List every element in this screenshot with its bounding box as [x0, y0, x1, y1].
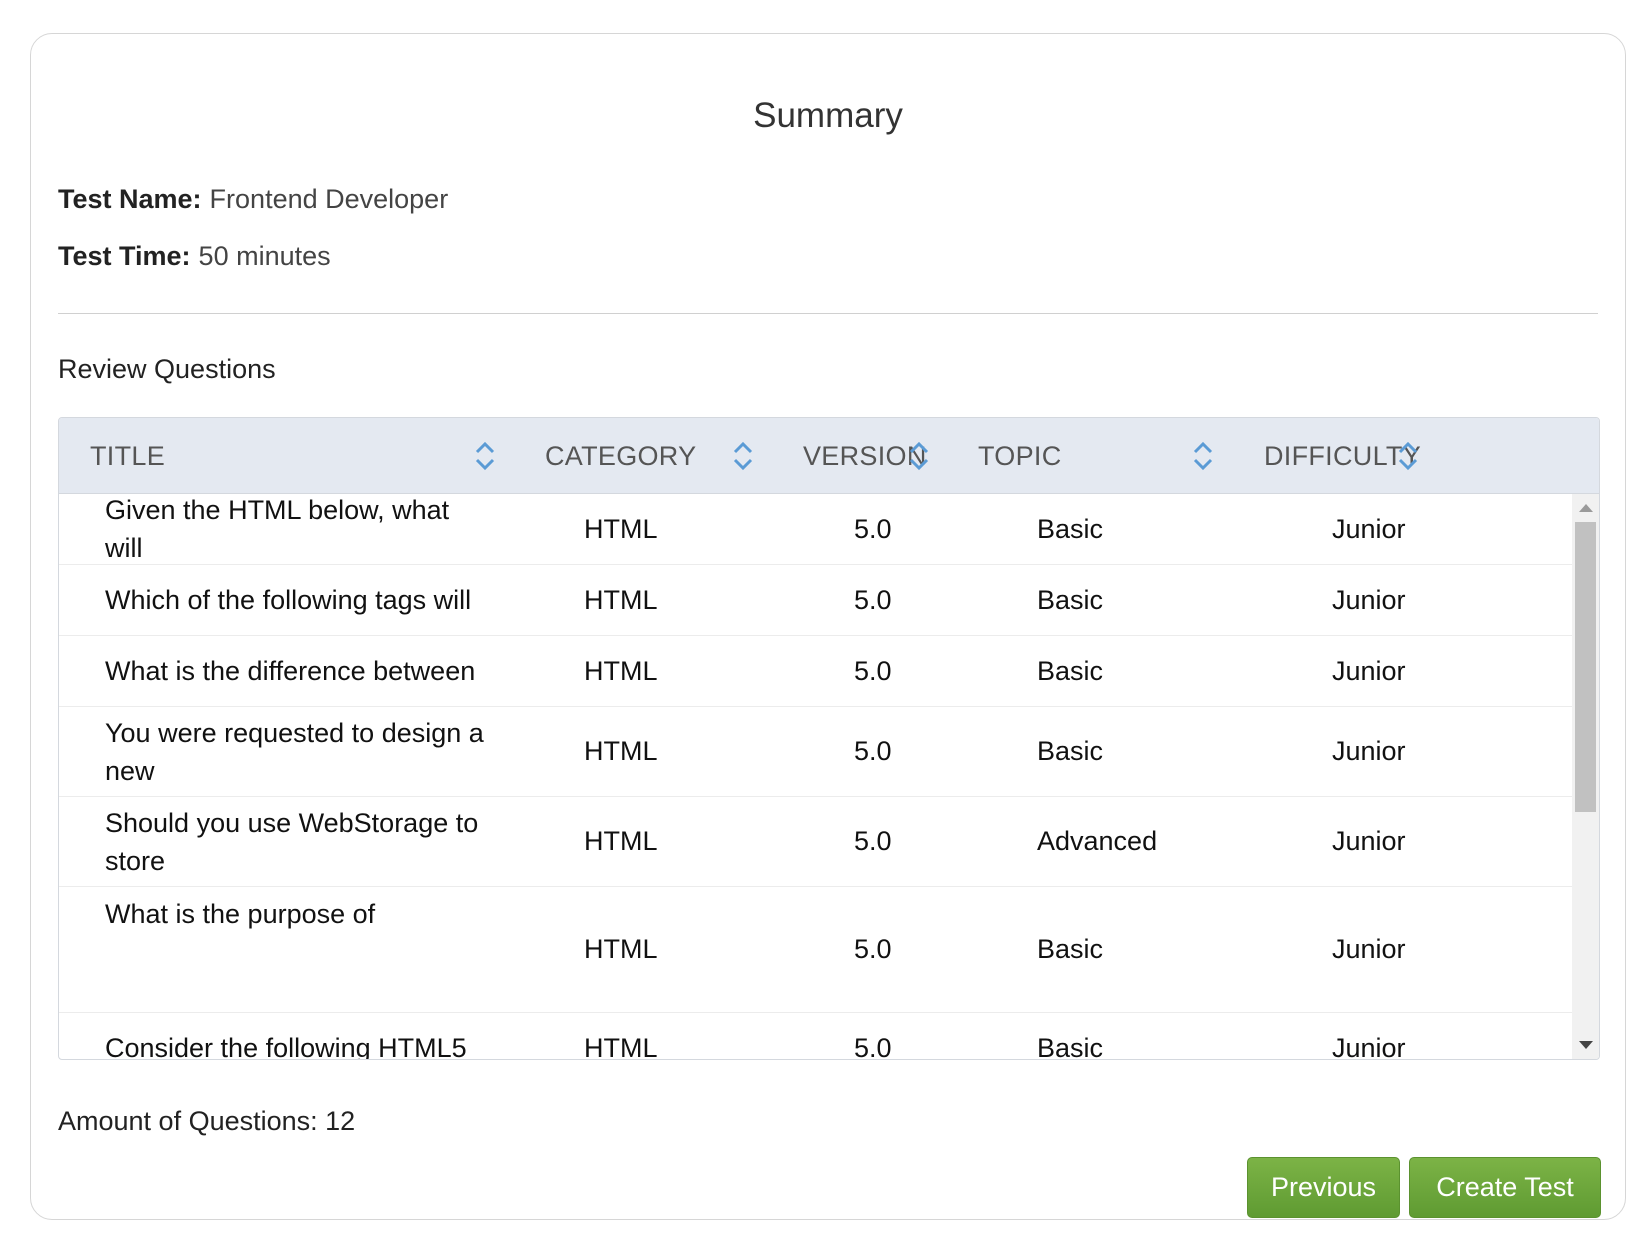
cell-topic: Basic — [1037, 736, 1104, 766]
cell-category: HTML — [584, 826, 658, 856]
questions-table: TITLE CATEGORY VERSION TOPIC DIFFICULTY — [58, 417, 1600, 1060]
cell-title: Given the HTML below, what will — [105, 495, 450, 563]
column-header-title[interactable]: TITLE — [90, 418, 165, 494]
scroll-down-arrow-icon[interactable] — [1579, 1041, 1593, 1049]
cell-category: HTML — [584, 584, 658, 615]
page-title: Summary — [753, 96, 903, 135]
create-test-button[interactable]: Create Test — [1409, 1157, 1601, 1218]
cell-title: You were requested to design a new — [105, 717, 484, 786]
column-header-category[interactable]: CATEGORY — [545, 418, 696, 494]
scroll-thumb[interactable] — [1575, 522, 1596, 812]
column-header-topic[interactable]: TOPIC — [978, 418, 1062, 494]
review-questions-label: Review Questions — [58, 354, 276, 384]
table-row[interactable]: Should you use WebStorage to store HTML … — [59, 797, 1574, 887]
cell-difficulty: Junior — [1332, 736, 1406, 766]
cell-difficulty: Junior — [1332, 1032, 1406, 1060]
test-time: Test Time: 50 minutes — [58, 241, 331, 272]
divider — [58, 313, 1598, 314]
cell-version: 5.0 — [854, 736, 892, 766]
table-row[interactable]: Which of the following tags will HTML 5.… — [59, 565, 1574, 636]
cell-topic: Basic — [1037, 513, 1104, 544]
test-time-label: Test Time: — [58, 241, 191, 271]
cell-title: What is the purpose of — [105, 899, 376, 929]
cell-version: 5.0 — [854, 1032, 892, 1060]
cell-category: HTML — [584, 934, 658, 964]
sort-icon[interactable] — [1192, 440, 1214, 472]
cell-topic: Basic — [1037, 1032, 1104, 1060]
cell-category: HTML — [584, 1032, 658, 1060]
cell-title: Consider the following HTML5 — [105, 1033, 467, 1059]
table-row[interactable]: Given the HTML below, what will HTML 5.0… — [59, 494, 1574, 565]
table-scrollbar[interactable] — [1572, 494, 1599, 1059]
sort-icon[interactable] — [1397, 440, 1419, 472]
cell-version: 5.0 — [854, 934, 892, 964]
table-body[interactable]: Given the HTML below, what will HTML 5.0… — [59, 494, 1599, 1059]
scroll-up-arrow-icon[interactable] — [1579, 504, 1593, 512]
table-row[interactable]: What is the difference between HTML 5.0 … — [59, 636, 1574, 707]
summary-card: Summary Test Name: Frontend Developer Tes… — [30, 33, 1626, 1220]
cell-title: Should you use WebStorage to store — [105, 807, 479, 876]
cell-category: HTML — [584, 655, 658, 686]
cell-topic: Advanced — [1037, 826, 1158, 856]
test-name-value: Frontend Developer — [209, 184, 449, 214]
cell-topic: Basic — [1037, 655, 1104, 686]
table-header: TITLE CATEGORY VERSION TOPIC DIFFICULTY — [59, 418, 1599, 494]
table-row[interactable]: What is the purpose of HTML 5.0 Basic Ju… — [59, 887, 1574, 1013]
cell-difficulty: Junior — [1332, 655, 1406, 686]
cell-title: What is the difference between — [105, 656, 476, 686]
question-count: Amount of Questions: 12 — [58, 1106, 356, 1136]
table-row[interactable]: Consider the following HTML5 HTML 5.0 Ba… — [59, 1013, 1574, 1060]
cell-difficulty: Junior — [1332, 934, 1406, 964]
table-row[interactable]: You were requested to design a new HTML … — [59, 707, 1574, 797]
previous-button[interactable]: Previous — [1247, 1157, 1400, 1218]
sort-icon[interactable] — [732, 440, 754, 472]
cell-version: 5.0 — [854, 826, 892, 856]
test-name: Test Name: Frontend Developer — [58, 184, 448, 215]
cell-difficulty: Junior — [1332, 513, 1406, 544]
test-time-value: 50 minutes — [198, 241, 331, 271]
cell-topic: Basic — [1037, 934, 1104, 964]
cell-difficulty: Junior — [1332, 826, 1406, 856]
cell-category: HTML — [584, 736, 658, 766]
cell-version: 5.0 — [854, 655, 892, 686]
test-name-label: Test Name: — [58, 184, 202, 214]
cell-version: 5.0 — [854, 584, 892, 615]
cell-topic: Basic — [1037, 584, 1104, 615]
cell-difficulty: Junior — [1332, 584, 1406, 615]
cell-version: 5.0 — [854, 513, 892, 544]
cell-title: Which of the following tags will — [105, 585, 472, 615]
cell-category: HTML — [584, 513, 658, 544]
sort-icon[interactable] — [474, 440, 496, 472]
sort-icon[interactable] — [908, 440, 930, 472]
